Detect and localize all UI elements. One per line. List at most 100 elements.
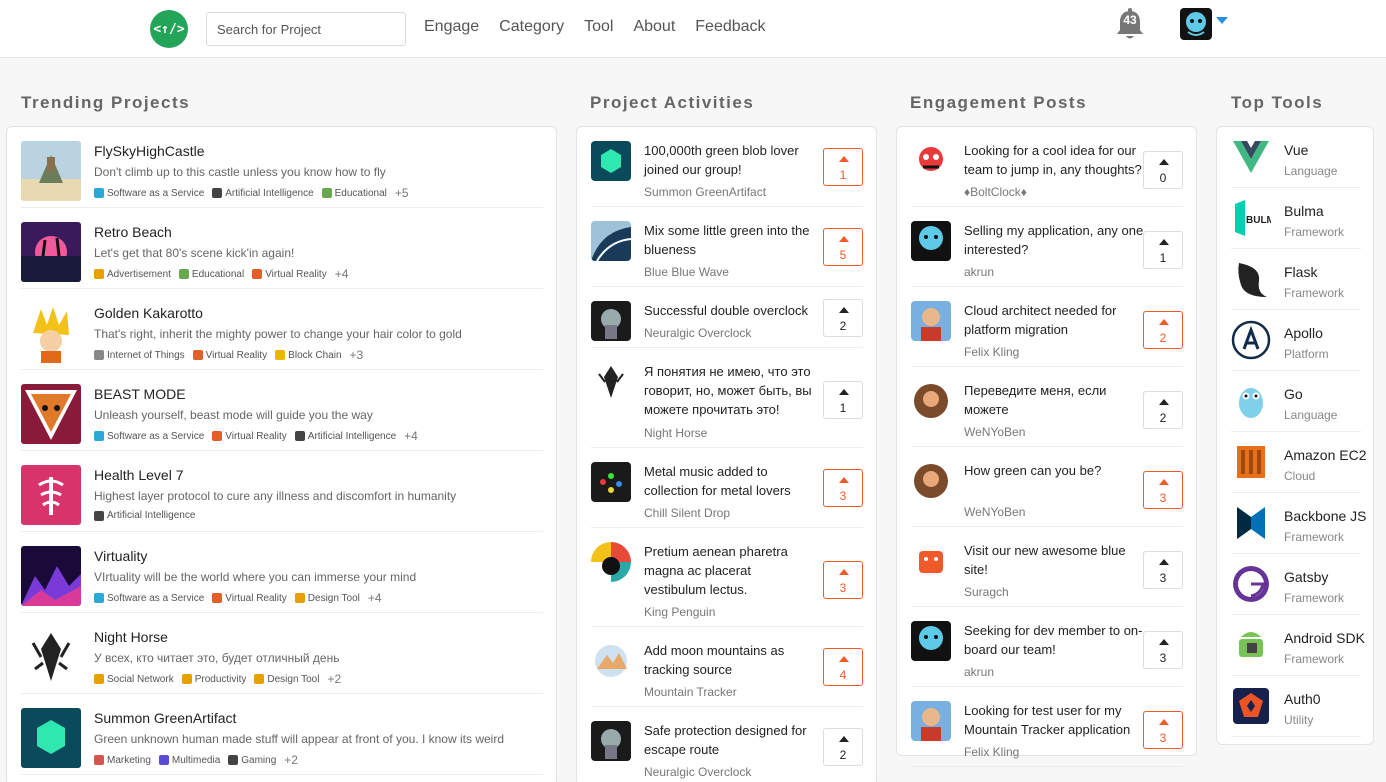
activity-thumbnail[interactable] xyxy=(591,542,631,582)
trending-project-item[interactable]: Summon GreenArtifact Green unknown human … xyxy=(21,694,543,775)
engagement-post-item[interactable]: Looking for test user for my Mountain Tr… xyxy=(911,687,1183,767)
activity-item[interactable]: Я понятия не имею, что это говорит, но, … xyxy=(591,348,863,448)
vue-icon[interactable] xyxy=(1231,137,1271,177)
post-author[interactable]: akrun xyxy=(964,665,994,679)
trending-project-item[interactable]: Retro Beach Let's get that 80's scene kic… xyxy=(21,208,543,289)
search-input[interactable] xyxy=(206,12,406,46)
bulma-icon[interactable]: BULMA xyxy=(1231,198,1282,238)
activity-project[interactable]: King Penguin xyxy=(644,605,715,619)
activity-title[interactable]: Add moon mountains as tracking source xyxy=(644,641,814,679)
more-tags-count[interactable]: +4 xyxy=(404,429,418,443)
project-title[interactable]: FlySkyHighCastle xyxy=(94,143,204,159)
upvote-button[interactable]: 1 xyxy=(1143,231,1183,269)
post-author[interactable]: Felix Kling xyxy=(964,745,1019,759)
tool-item[interactable]: Auth0 Utility xyxy=(1231,676,1361,737)
tool-name[interactable]: Go xyxy=(1284,386,1303,402)
project-tag[interactable]: Virtual Reality xyxy=(252,269,327,280)
project-title[interactable]: Golden Kakarotto xyxy=(94,305,203,321)
upvote-button[interactable]: 4 xyxy=(823,648,863,686)
author-avatar[interactable] xyxy=(911,701,951,741)
nav-link-tool[interactable]: Tool xyxy=(584,18,613,36)
activity-item[interactable]: 100,000th green blob lover joined our gr… xyxy=(591,127,863,207)
upvote-button[interactable]: 1 xyxy=(823,148,863,186)
android-icon[interactable] xyxy=(1231,625,1271,665)
tool-item[interactable]: Apollo Platform xyxy=(1231,310,1361,371)
project-thumbnail[interactable] xyxy=(21,627,81,687)
upvote-button[interactable]: 0 xyxy=(1143,151,1183,189)
trending-project-item[interactable]: Golden Kakarotto That's right, inherit th… xyxy=(21,289,543,370)
activity-item[interactable]: Metal music added to collection for meta… xyxy=(591,448,863,528)
post-author[interactable]: Felix Kling xyxy=(964,345,1019,359)
tool-item[interactable]: Android SDK Framework xyxy=(1231,615,1365,676)
activity-project[interactable]: Night Horse xyxy=(644,426,707,440)
activity-title[interactable]: Metal music added to collection for meta… xyxy=(644,462,814,500)
nav-link-engage[interactable]: Engage xyxy=(424,18,479,36)
upvote-button[interactable]: 3 xyxy=(1143,551,1183,589)
project-tag[interactable]: Educational xyxy=(178,269,244,280)
tool-item[interactable]: Backbone JS Framework xyxy=(1231,493,1367,554)
activity-item[interactable]: Mix some little green into the blueness B… xyxy=(591,207,863,287)
engagement-post-item[interactable]: Cloud architect needed for platform migr… xyxy=(911,287,1183,367)
tool-item[interactable]: Vue Language xyxy=(1231,127,1361,188)
tool-name[interactable]: Apollo xyxy=(1284,325,1323,341)
engagement-post-item[interactable]: How green can you be? WeNYoBen 3 xyxy=(911,447,1183,527)
tool-name[interactable]: Bulma xyxy=(1284,203,1324,219)
engagement-post-item[interactable]: Seeking for dev member to on-board our t… xyxy=(911,607,1183,687)
post-title[interactable]: Looking for test user for my Mountain Tr… xyxy=(964,701,1146,739)
tool-item[interactable]: Amazon EC2 Cloud xyxy=(1231,432,1366,493)
backbone-icon[interactable] xyxy=(1231,503,1271,543)
upvote-button[interactable]: 1 xyxy=(823,381,863,419)
project-tag[interactable]: Marketing xyxy=(94,755,151,766)
engagement-post-item[interactable]: Selling my application, any one interest… xyxy=(911,207,1183,287)
more-tags-count[interactable]: +3 xyxy=(350,348,364,362)
more-tags-count[interactable]: +4 xyxy=(368,591,382,605)
post-author[interactable]: WeNYoBen xyxy=(964,425,1025,439)
activity-project[interactable]: Neuralgic Overclock xyxy=(644,765,751,779)
activity-item[interactable]: Add moon mountains as tracking source Mou… xyxy=(591,627,863,707)
nav-link-feedback[interactable]: Feedback xyxy=(695,18,765,36)
project-tag[interactable]: Productivity xyxy=(181,674,246,685)
activity-thumbnail[interactable] xyxy=(591,462,631,502)
project-title[interactable]: Summon GreenArtifact xyxy=(94,710,236,726)
more-tags-count[interactable]: +5 xyxy=(395,186,409,200)
activity-thumbnail[interactable] xyxy=(591,221,631,261)
project-title[interactable]: Health Level 7 xyxy=(94,467,184,483)
trending-project-item[interactable]: Virtuality VIrtuality will be the world w… xyxy=(21,532,543,613)
activity-item[interactable]: Successful double overclock Neuralgic Ove… xyxy=(591,287,863,348)
project-title[interactable]: BEAST MODE xyxy=(94,386,186,402)
project-tag[interactable]: Software as a Service xyxy=(94,188,204,199)
project-tag[interactable]: Virtual Reality xyxy=(212,431,287,442)
author-avatar[interactable] xyxy=(911,381,951,421)
project-thumbnail[interactable] xyxy=(21,384,81,444)
trending-project-item[interactable]: Health Level 7 Highest layer protocol to … xyxy=(21,451,543,532)
upvote-button[interactable]: 2 xyxy=(1143,311,1183,349)
author-avatar[interactable] xyxy=(911,621,951,661)
engagement-post-item[interactable]: Переведите меня, если можете WeNYoBen 2 xyxy=(911,367,1183,447)
more-tags-count[interactable]: +4 xyxy=(335,267,349,281)
post-author[interactable]: WeNYoBen xyxy=(964,505,1025,519)
project-tag[interactable]: Artificial Intelligence xyxy=(212,188,314,199)
auth0-icon[interactable] xyxy=(1231,686,1271,726)
project-tag[interactable]: Artificial Intelligence xyxy=(94,510,195,521)
post-title[interactable]: Переведите меня, если можете xyxy=(964,381,1146,419)
project-title[interactable]: Virtuality xyxy=(94,548,147,564)
activity-title[interactable]: Successful double overclock xyxy=(644,301,814,320)
activity-thumbnail[interactable] xyxy=(591,141,631,181)
project-tag[interactable]: Design Tool xyxy=(294,593,360,604)
post-author[interactable]: akrun xyxy=(964,265,994,279)
project-tag[interactable]: Artificial Intelligence xyxy=(294,431,396,442)
flask-icon[interactable] xyxy=(1231,259,1271,299)
activity-thumbnail[interactable] xyxy=(591,641,631,681)
tool-item[interactable]: Gatsby Framework xyxy=(1231,554,1361,615)
author-avatar[interactable] xyxy=(911,221,951,261)
tool-name[interactable]: Vue xyxy=(1284,142,1308,158)
chevron-down-icon[interactable] xyxy=(1216,17,1228,24)
post-title[interactable]: Visit our new awesome blue site! xyxy=(964,541,1146,579)
upvote-button[interactable]: 2 xyxy=(823,299,863,337)
more-tags-count[interactable]: +2 xyxy=(284,753,298,767)
project-tag[interactable]: Multimedia xyxy=(158,755,220,766)
project-tag[interactable]: Social Network xyxy=(94,674,174,685)
upvote-button[interactable]: 3 xyxy=(1143,471,1183,509)
engagement-post-item[interactable]: Visit our new awesome blue site! Suragch 3 xyxy=(911,527,1183,607)
tool-name[interactable]: Flask xyxy=(1284,264,1317,280)
